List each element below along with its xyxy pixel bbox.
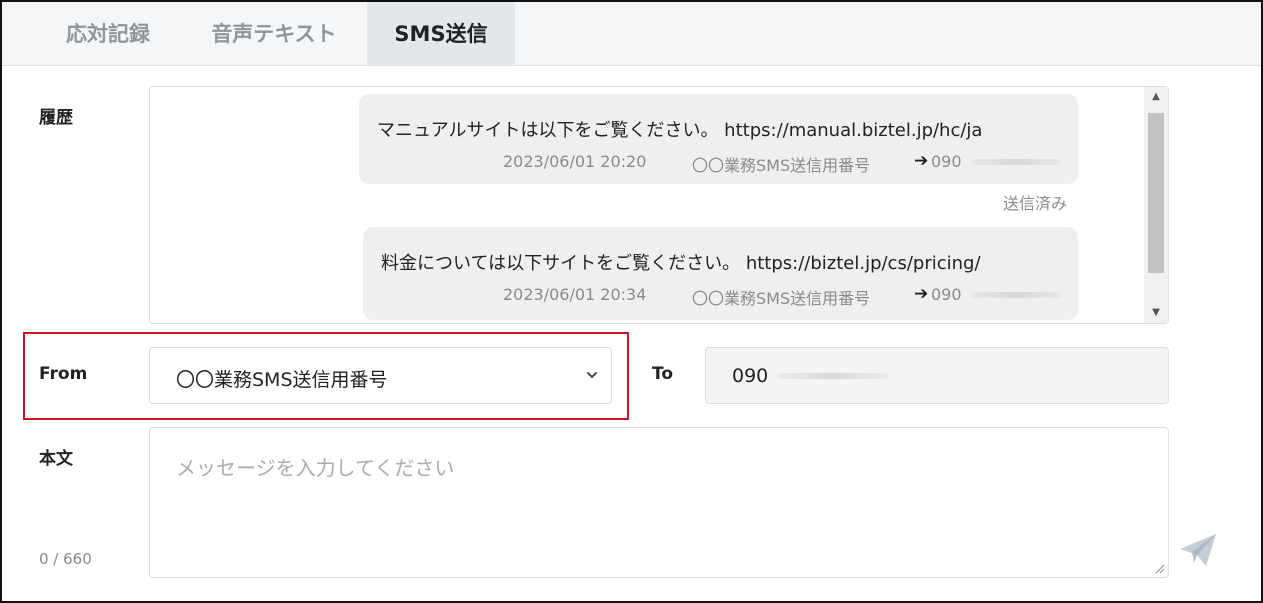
arrow-right-icon: ➔ [914,284,929,304]
scroll-up-icon[interactable]: ▲ [1144,87,1168,107]
character-counter: 0 / 660 [39,550,92,568]
message-recipient: 090 [931,152,962,171]
chevron-down-icon [587,372,597,378]
message-date: 2023/06/01 20:20 [503,152,647,171]
message-bubble: マニュアルサイトは以下をご覧ください。 https://manual.bizte… [359,94,1078,184]
message-input[interactable]: メッセージを入力してください [149,427,1169,578]
history-label: 履歴 [39,108,73,128]
from-label: From [39,364,88,384]
redacted-number [778,373,888,379]
from-select[interactable]: 〇〇業務SMS送信用番号 [149,347,612,404]
redacted-number [971,292,1061,298]
arrow-right-icon: ➔ [914,151,929,171]
message-text: 料金については以下サイトをご覧ください。 https://biztel.jp/c… [381,253,981,274]
message-bubble: 料金については以下サイトをご覧ください。 https://biztel.jp/c… [363,227,1078,320]
message-recipient: 090 [931,285,962,304]
message-sender: 〇〇業務SMS送信用番号 [692,156,871,175]
tab-sms-send[interactable]: SMS送信 [367,2,515,66]
paper-plane-icon[interactable] [1178,532,1218,568]
message-text: マニュアルサイトは以下をご覧ください。 https://manual.bizte… [377,120,983,141]
tab-voice-text[interactable]: 音声テキスト [186,2,362,66]
to-label: To [652,364,674,384]
resize-grip-icon[interactable] [1153,562,1165,574]
scrollbar-thumb[interactable] [1148,113,1164,273]
to-value: 090 [732,365,769,387]
body-label: 本文 [39,449,73,469]
message-placeholder: メッセージを入力してください [176,456,455,480]
sms-panel: 応対記録 音声テキスト SMS送信 履歴 マニュアルサイトは以下をご覧ください。… [0,0,1263,603]
tab-bar: 応対記録 音声テキスト SMS送信 [2,2,1261,66]
from-selected-value: 〇〇業務SMS送信用番号 [176,369,388,391]
to-field[interactable]: 090 [705,347,1169,404]
message-status: 送信済み [1003,194,1068,213]
message-sender: 〇〇業務SMS送信用番号 [692,289,871,308]
scroll-down-icon[interactable]: ▼ [1144,303,1168,323]
history-list[interactable]: マニュアルサイトは以下をご覧ください。 https://manual.bizte… [149,86,1169,324]
message-date: 2023/06/01 20:34 [503,285,647,304]
redacted-number [971,159,1061,165]
tab-call-record[interactable]: 応対記録 [42,2,174,66]
history-scrollbar[interactable]: ▲ ▼ [1144,87,1168,323]
